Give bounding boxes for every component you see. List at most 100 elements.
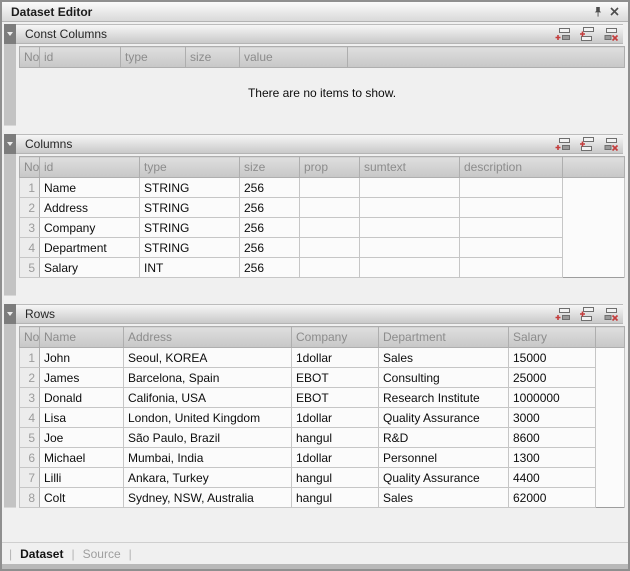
data-cell[interactable]: Research Institute: [379, 388, 509, 408]
data-cell[interactable]: 256: [240, 178, 300, 198]
data-cell[interactable]: STRING: [140, 218, 240, 238]
data-cell[interactable]: [360, 258, 460, 278]
data-cell[interactable]: hangul: [292, 428, 379, 448]
row-number-cell[interactable]: 7: [20, 468, 40, 488]
close-button[interactable]: [606, 4, 622, 20]
data-cell[interactable]: Ankara, Turkey: [124, 468, 292, 488]
data-cell[interactable]: 1300: [509, 448, 596, 468]
data-cell[interactable]: [460, 238, 563, 258]
data-cell[interactable]: 8600: [509, 428, 596, 448]
data-cell[interactable]: EBOT: [292, 368, 379, 388]
data-cell[interactable]: 1dollar: [292, 348, 379, 368]
add-row-button[interactable]: [554, 27, 571, 41]
data-cell[interactable]: 25000: [509, 368, 596, 388]
column-header[interactable]: No: [20, 327, 40, 348]
row-number-cell[interactable]: 5: [20, 258, 40, 278]
data-cell[interactable]: [460, 178, 563, 198]
row-number-cell[interactable]: 1: [20, 178, 40, 198]
data-cell[interactable]: Quality Assurance: [379, 408, 509, 428]
data-cell[interactable]: [460, 258, 563, 278]
data-cell[interactable]: hangul: [292, 488, 379, 508]
row-number-cell[interactable]: 6: [20, 448, 40, 468]
data-cell[interactable]: Mumbai, India: [124, 448, 292, 468]
tab-dataset[interactable]: Dataset: [20, 547, 63, 561]
column-header[interactable]: No: [20, 47, 40, 68]
column-header[interactable]: prop: [300, 157, 360, 178]
data-cell[interactable]: Lilli: [40, 468, 124, 488]
column-header[interactable]: Salary: [509, 327, 596, 348]
data-cell[interactable]: 256: [240, 238, 300, 258]
collapse-button[interactable]: [4, 134, 16, 154]
data-cell[interactable]: Quality Assurance: [379, 468, 509, 488]
data-cell[interactable]: [360, 238, 460, 258]
data-cell[interactable]: [300, 258, 360, 278]
data-cell[interactable]: Company: [40, 218, 140, 238]
data-cell[interactable]: Barcelona, Spain: [124, 368, 292, 388]
data-cell[interactable]: Seoul, KOREA: [124, 348, 292, 368]
column-header[interactable]: size: [240, 157, 300, 178]
data-cell[interactable]: 256: [240, 218, 300, 238]
row-number-cell[interactable]: 2: [20, 198, 40, 218]
data-cell[interactable]: James: [40, 368, 124, 388]
data-cell[interactable]: [460, 198, 563, 218]
data-cell[interactable]: INT: [140, 258, 240, 278]
column-header[interactable]: type: [140, 157, 240, 178]
data-cell[interactable]: Donald: [40, 388, 124, 408]
insert-row-button[interactable]: [578, 137, 595, 151]
insert-row-button[interactable]: [578, 307, 595, 321]
row-number-cell[interactable]: 1: [20, 348, 40, 368]
data-cell[interactable]: [360, 178, 460, 198]
column-header[interactable]: type: [121, 47, 186, 68]
data-cell[interactable]: [300, 218, 360, 238]
data-cell[interactable]: 1dollar: [292, 448, 379, 468]
tab-source[interactable]: Source: [83, 547, 121, 561]
data-cell[interactable]: London, United Kingdom: [124, 408, 292, 428]
row-number-cell[interactable]: 2: [20, 368, 40, 388]
data-cell[interactable]: 62000: [509, 488, 596, 508]
column-header[interactable]: sumtext: [360, 157, 460, 178]
data-cell[interactable]: [300, 178, 360, 198]
data-cell[interactable]: Consulting: [379, 368, 509, 388]
data-cell[interactable]: 1000000: [509, 388, 596, 408]
column-header[interactable]: id: [40, 157, 140, 178]
data-cell[interactable]: Name: [40, 178, 140, 198]
data-cell[interactable]: Michael: [40, 448, 124, 468]
data-cell[interactable]: 15000: [509, 348, 596, 368]
row-number-cell[interactable]: 8: [20, 488, 40, 508]
delete-row-button[interactable]: [602, 307, 619, 321]
collapse-button[interactable]: [4, 304, 16, 324]
data-cell[interactable]: Sales: [379, 488, 509, 508]
column-header[interactable]: Department: [379, 327, 509, 348]
data-cell[interactable]: Califonia, USA: [124, 388, 292, 408]
data-cell[interactable]: 256: [240, 258, 300, 278]
column-header[interactable]: Name: [40, 327, 124, 348]
data-cell[interactable]: Sales: [379, 348, 509, 368]
data-cell[interactable]: 256: [240, 198, 300, 218]
column-header[interactable]: size: [186, 47, 240, 68]
row-number-cell[interactable]: 4: [20, 238, 40, 258]
row-number-cell[interactable]: 3: [20, 388, 40, 408]
column-header[interactable]: id: [40, 47, 121, 68]
column-header[interactable]: Address: [124, 327, 292, 348]
data-cell[interactable]: Address: [40, 198, 140, 218]
collapse-button[interactable]: [4, 24, 16, 44]
data-cell[interactable]: [460, 218, 563, 238]
data-cell[interactable]: EBOT: [292, 388, 379, 408]
data-cell[interactable]: Colt: [40, 488, 124, 508]
data-cell[interactable]: [300, 238, 360, 258]
data-cell[interactable]: Personnel: [379, 448, 509, 468]
row-number-cell[interactable]: 3: [20, 218, 40, 238]
data-cell[interactable]: Sydney, NSW, Australia: [124, 488, 292, 508]
row-number-cell[interactable]: 5: [20, 428, 40, 448]
data-cell[interactable]: [360, 198, 460, 218]
data-cell[interactable]: Salary: [40, 258, 140, 278]
data-cell[interactable]: 1dollar: [292, 408, 379, 428]
data-cell[interactable]: 4400: [509, 468, 596, 488]
data-cell[interactable]: São Paulo, Brazil: [124, 428, 292, 448]
data-cell[interactable]: Department: [40, 238, 140, 258]
data-cell[interactable]: Joe: [40, 428, 124, 448]
add-row-button[interactable]: [554, 137, 571, 151]
data-cell[interactable]: 3000: [509, 408, 596, 428]
data-cell[interactable]: [360, 218, 460, 238]
data-cell[interactable]: [300, 198, 360, 218]
